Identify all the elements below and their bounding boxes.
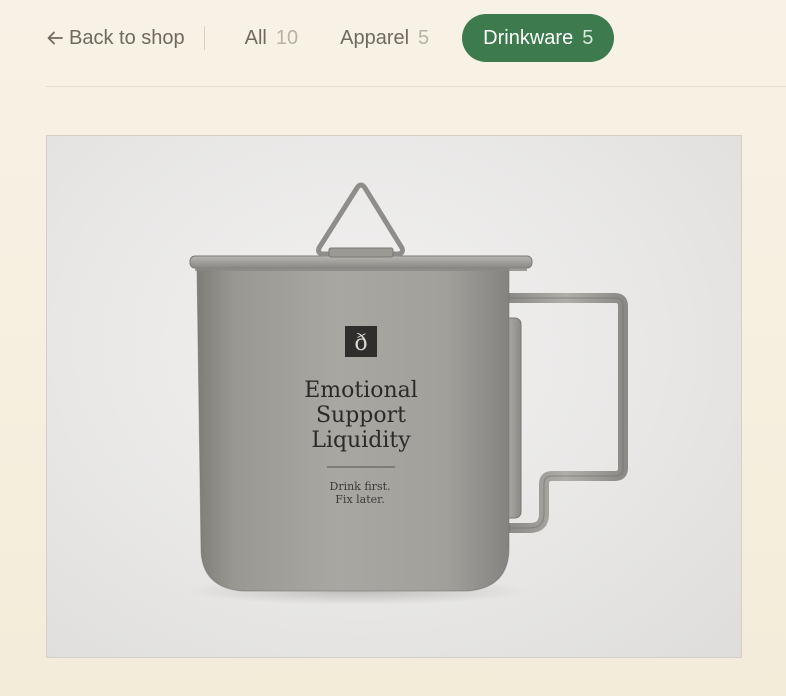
- svg-text:Support: Support: [316, 403, 406, 428]
- product-image[interactable]: ð Emotional Support Liquidity Drink firs…: [46, 135, 742, 658]
- svg-text:Drink first.: Drink first.: [330, 480, 391, 493]
- svg-text:ð: ð: [354, 331, 367, 356]
- nav-divider: [203, 26, 205, 50]
- arrow-left-icon: [47, 31, 63, 45]
- category-nav: Back to shop All 10 Apparel 5 Drinkware …: [46, 14, 786, 62]
- filter-label: All: [244, 26, 267, 49]
- filter-apparel[interactable]: Apparel 5: [319, 14, 450, 62]
- filter-label: Drinkware: [483, 26, 574, 49]
- mug-lid: [189, 255, 533, 269]
- lid-handle: [316, 182, 405, 257]
- filter-label: Apparel: [340, 26, 410, 49]
- filter-drinkware[interactable]: Drinkware 5: [462, 14, 615, 62]
- back-link-label: Back to shop: [69, 26, 185, 49]
- mug-illustration: ð Emotional Support Liquidity Drink firs…: [187, 182, 628, 605]
- filter-all[interactable]: All 10: [226, 14, 319, 62]
- filter-count: 10: [275, 26, 299, 49]
- svg-text:Liquidity: Liquidity: [311, 428, 411, 453]
- filter-count: 5: [418, 26, 430, 49]
- back-to-shop-link[interactable]: Back to shop: [46, 27, 185, 50]
- svg-text:Fix later.: Fix later.: [335, 493, 384, 506]
- mug-handle: [509, 293, 628, 533]
- header-divider: [46, 86, 786, 87]
- filter-count: 5: [582, 26, 594, 49]
- svg-text:Emotional: Emotional: [304, 378, 418, 403]
